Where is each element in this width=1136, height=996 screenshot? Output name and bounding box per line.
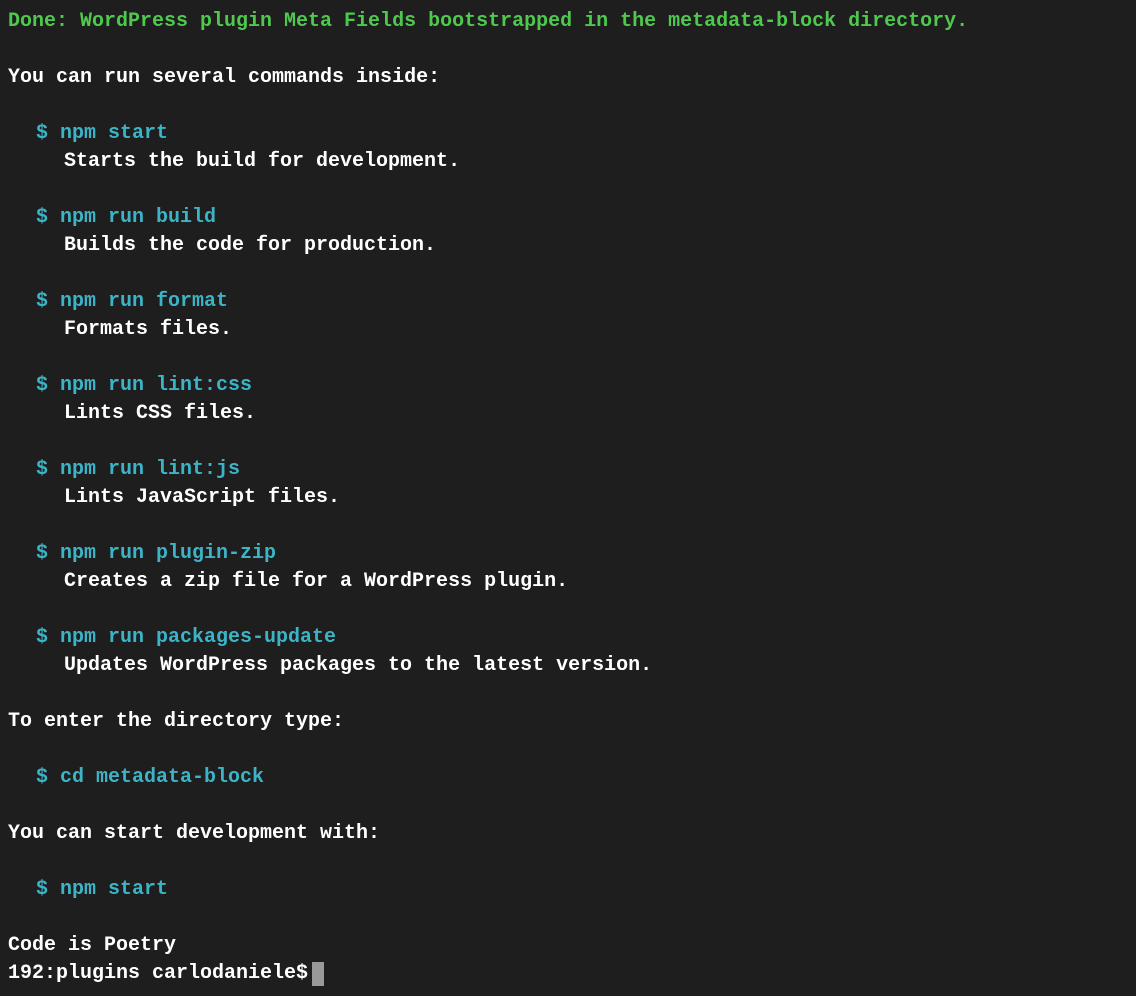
command-desc-lintcss: Lints CSS files. <box>36 400 1128 428</box>
command-npm-lintcss: $ npm run lint:css <box>36 372 1128 400</box>
footer-poetry: Code is Poetry <box>8 932 1128 960</box>
enter-dir-command: $ cd metadata-block <box>8 764 1128 792</box>
done-message: Done: WordPress plugin Meta Fields boots… <box>8 8 1128 36</box>
command-desc-format: Formats files. <box>36 316 1128 344</box>
command-block-format: $ npm run format Formats files. <box>8 288 1128 344</box>
command-block-lintjs: $ npm run lint:js Lints JavaScript files… <box>8 456 1128 512</box>
command-npm-format: $ npm run format <box>36 288 1128 316</box>
command-desc-pluginzip: Creates a zip file for a WordPress plugi… <box>36 568 1128 596</box>
command-block-packagesupdate: $ npm run packages-update Updates WordPr… <box>8 624 1128 680</box>
terminal-prompt: 192:plugins carlodaniele$ <box>8 960 308 988</box>
command-npm-build: $ npm run build <box>36 204 1128 232</box>
enter-dir-label: To enter the directory type: <box>8 708 1128 736</box>
command-npm-start: $ npm start <box>36 120 1128 148</box>
command-block-build: $ npm run build Builds the code for prod… <box>8 204 1128 260</box>
start-dev-label: You can start development with: <box>8 820 1128 848</box>
command-desc-packagesupdate: Updates WordPress packages to the latest… <box>36 652 1128 680</box>
command-block-lintcss: $ npm run lint:css Lints CSS files. <box>8 372 1128 428</box>
terminal-cursor <box>312 962 324 986</box>
command-npm-packagesupdate: $ npm run packages-update <box>36 624 1128 652</box>
command-block-start: $ npm start Starts the build for develop… <box>8 120 1128 176</box>
command-npm-lintjs: $ npm run lint:js <box>36 456 1128 484</box>
command-desc-build: Builds the code for production. <box>36 232 1128 260</box>
command-npm-pluginzip: $ npm run plugin-zip <box>36 540 1128 568</box>
command-desc-start: Starts the build for development. <box>36 148 1128 176</box>
command-desc-lintjs: Lints JavaScript files. <box>36 484 1128 512</box>
terminal-prompt-line[interactable]: 192:plugins carlodaniele$ <box>8 960 1128 988</box>
start-dev-command: $ npm start <box>8 876 1128 904</box>
command-block-pluginzip: $ npm run plugin-zip Creates a zip file … <box>8 540 1128 596</box>
intro-text: You can run several commands inside: <box>8 64 1128 92</box>
